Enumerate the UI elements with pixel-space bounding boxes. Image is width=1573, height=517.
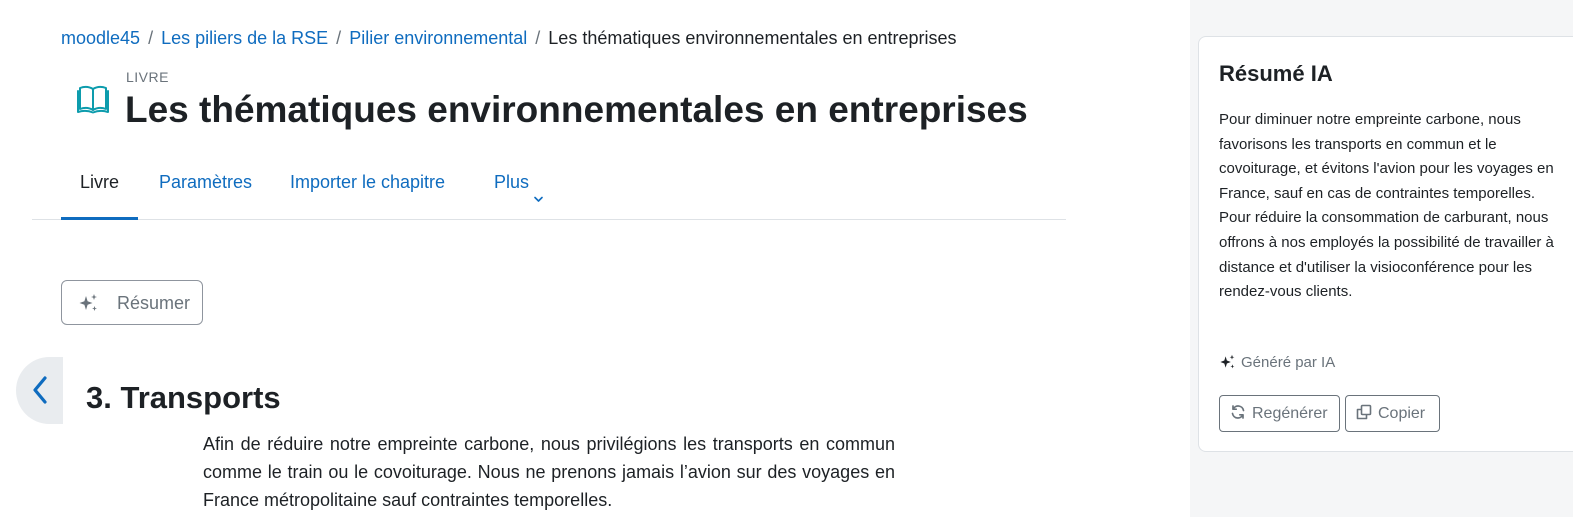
breadcrumb-link-course[interactable]: Les piliers de la RSE bbox=[161, 28, 328, 48]
sparkle-icon bbox=[1220, 354, 1235, 369]
copy-icon bbox=[1356, 404, 1372, 420]
tab-label: Importer le chapitre bbox=[290, 172, 446, 192]
chapter-title: 3. Transports bbox=[86, 380, 281, 415]
tab-label: Livre bbox=[80, 172, 120, 192]
ai-summary-card: Résumé IA Pour diminuer notre empreinte … bbox=[1198, 36, 1573, 452]
sparkle-icon bbox=[78, 293, 100, 313]
breadcrumb: moodle45 / Les piliers de la RSE / Pilier en… bbox=[61, 26, 957, 50]
module-type-label: LIVRE bbox=[126, 69, 169, 85]
page-title: Les thématiques environnementales en ent… bbox=[125, 89, 1028, 130]
copy-label: Copier bbox=[1378, 405, 1426, 422]
tab-label: Paramètres bbox=[159, 172, 253, 192]
book-icon bbox=[76, 82, 110, 116]
chevron-left-icon bbox=[33, 376, 47, 404]
copy-button[interactable]: Copier bbox=[1345, 395, 1440, 432]
tab-plus[interactable]: Plus bbox=[494, 160, 543, 220]
breadcrumb-link-site[interactable]: moodle45 bbox=[61, 28, 140, 48]
breadcrumb-separator: / bbox=[148, 28, 154, 48]
breadcrumb-link-section[interactable]: Pilier environnemental bbox=[349, 28, 527, 48]
summarize-label: Résumer bbox=[117, 293, 191, 313]
previous-chapter-button[interactable] bbox=[16, 357, 63, 424]
refresh-icon bbox=[1231, 404, 1245, 419]
chevron-down-icon bbox=[534, 176, 543, 203]
chapter-text: Afin de réduire notre empreinte carbone,… bbox=[203, 434, 895, 510]
main-region: moodle45 / Les piliers de la RSE / Pilier en… bbox=[0, 0, 1190, 517]
summarize-button[interactable]: Résumer bbox=[61, 280, 203, 325]
regenerate-button[interactable]: Regénérer bbox=[1219, 395, 1340, 432]
secondary-navigation: Livre Paramètres Importer le chapitre Pl… bbox=[32, 160, 1066, 220]
tab-importer-chapitre[interactable]: Importer le chapitre bbox=[290, 160, 445, 220]
generated-by-text: Généré par IA bbox=[1241, 354, 1336, 371]
tab-livre[interactable]: Livre bbox=[61, 160, 138, 220]
breadcrumb-separator: / bbox=[535, 28, 541, 48]
regenerate-label: Regénérer bbox=[1252, 405, 1328, 422]
tab-label: Plus bbox=[494, 172, 530, 192]
breadcrumb-current: Les thématiques environnementales en ent… bbox=[548, 28, 957, 48]
ai-summary-text: Pour diminuer notre empreinte carbone, n… bbox=[1219, 111, 1554, 301]
breadcrumb-separator: / bbox=[336, 28, 342, 48]
generated-by-label: Généré par IA bbox=[1219, 354, 1335, 371]
tab-parametres[interactable]: Paramètres bbox=[159, 160, 252, 220]
ai-summary-title: Résumé IA bbox=[1219, 61, 1333, 86]
